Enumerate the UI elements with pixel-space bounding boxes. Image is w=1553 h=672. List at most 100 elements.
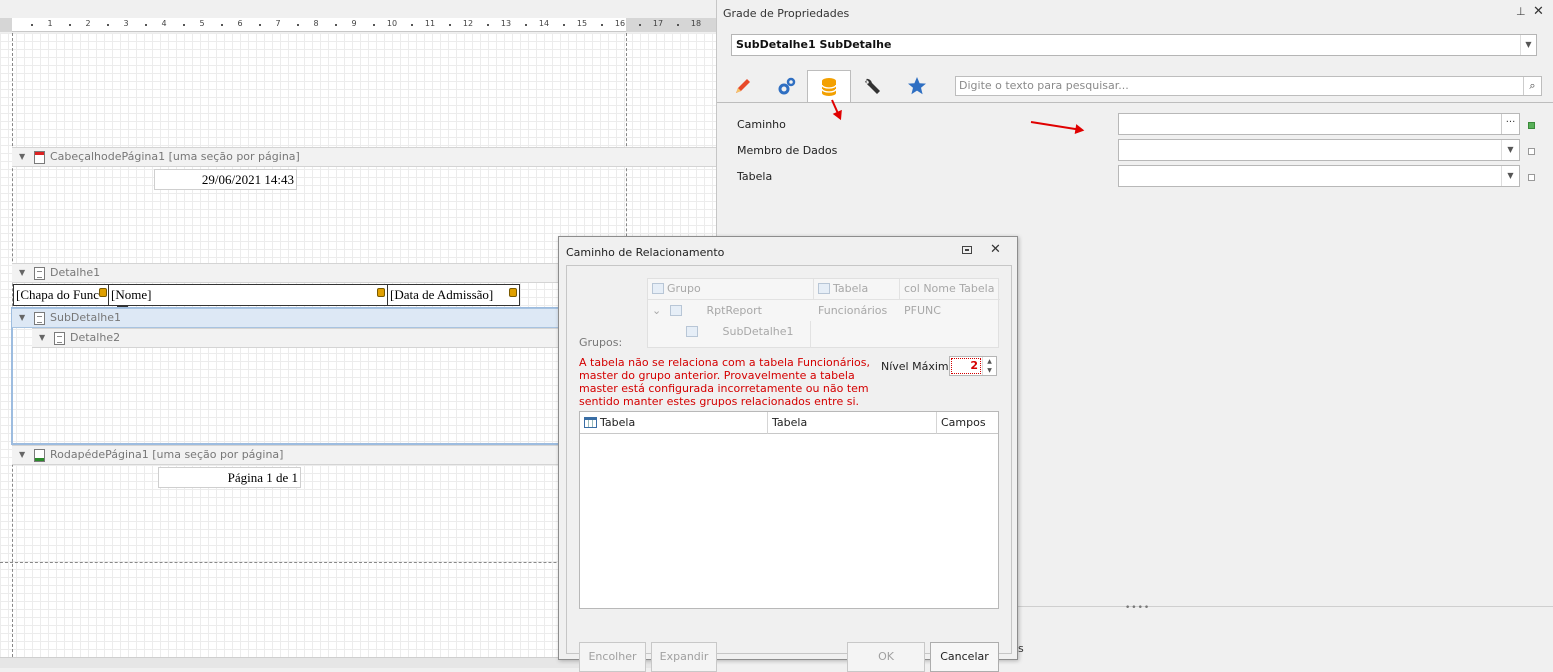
table-row[interactable]: SubDetalhe1 [686,322,794,343]
ruler-number: 12 [462,19,474,28]
column-header-tabela[interactable]: Tabela [814,279,900,300]
column-header-tabela-2[interactable]: Tabela [768,412,937,434]
column-header-nome-tabela[interactable]: col Nome Tabela [900,279,1000,300]
field-chapa[interactable]: [Chapa do Func [13,284,109,306]
search-icon[interactable]: ⌕ [1523,77,1541,95]
selected-object: SubDetalhe1 SubDetalhe [736,38,892,51]
ruler-tick [221,24,223,26]
group-icon [686,326,698,337]
ruler-tick [449,24,451,26]
ruler-tick [107,24,109,26]
description-splitter[interactable] [1017,606,1553,607]
property-input-caminho[interactable]: ··· [1118,113,1520,135]
panel-title: Grade de Propriedades [723,7,850,20]
ruler-number: 16 [614,19,626,28]
ruler-number: 10 [386,19,398,28]
field-text: [Data de Admissão] [390,287,494,302]
chevron-down-icon[interactable]: ▼ [1520,35,1536,55]
ruler-number: 5 [199,19,205,28]
tab-appearance[interactable] [721,70,765,102]
property-input-membro-dados[interactable]: ▼ [1118,139,1520,161]
field-text: [Nome] [111,287,152,302]
ruler-number: 15 [576,19,588,28]
ruler-tick [69,24,71,26]
spin-arrows-icon[interactable]: ▲ ▼ [982,357,996,375]
max-level-stepper[interactable]: 2 ▲ ▼ [949,356,997,376]
property-label-tabela: Tabela [737,170,773,183]
max-level-value[interactable]: 2 [951,358,981,374]
groups-table[interactable]: Grupo Tabela col Nome Tabela ⌄ RptReport… [647,278,1000,348]
object-selector[interactable]: SubDetalhe1 SubDetalhe ▼ [731,34,1537,56]
search-input[interactable]: Digite o texto para pesquisar... ⌕ [955,76,1542,96]
collapse-triangle-icon[interactable]: ▼ [19,264,25,282]
relationship-path-dialog: Caminho de Relacionamento ✕ Grupos: Grup… [558,236,1018,672]
tab-favorites[interactable] [895,70,939,102]
tab-layout[interactable] [851,70,895,102]
collapse-triangle-icon[interactable]: ▼ [39,329,45,347]
ruler-number: 7 [275,19,281,28]
band-detail2[interactable]: ▼ Detalhe2 [32,328,570,348]
ruler-number: 9 [351,19,357,28]
footer-page-field[interactable]: Página 1 de 1 [158,467,301,488]
band-label: RodapédePágina1 [uma seção por página] [50,448,284,461]
dialog-content: Grupos: Grupo Tabela col Nome Tabela ⌄ R… [566,265,1012,672]
tab-data[interactable] [807,70,851,103]
chevron-down-icon[interactable]: ▼ [1501,166,1519,186]
band-subdetail1[interactable]: ▼ SubDetalhe1 [12,308,571,328]
ruler-tick [639,24,641,26]
band-label: SubDetalhe1 [50,311,122,324]
ruler-tick [487,24,489,26]
tree-expand-icon[interactable]: ⌄ [652,301,661,322]
ruler-tick [601,24,603,26]
max-level-label: Nível Máximo [881,360,956,373]
subdetail-band-icon [34,312,45,325]
field-data-admissao[interactable]: [Data de Admissão] [387,284,520,306]
ruler-number: 3 [123,19,129,28]
ruler-number: 18 [690,19,702,28]
error-message: A tabela não se relaciona com a tabela F… [579,356,871,408]
collapse-triangle-icon[interactable]: ▼ [19,148,25,166]
field-text: [Chapa do Func [16,287,100,302]
field-nome[interactable]: [Nome] [108,284,388,306]
ruler-number: 2 [85,19,91,28]
band-label: Detalhe2 [70,331,121,344]
page-footer-icon [34,449,45,462]
collapse-triangle-icon[interactable]: ▼ [19,309,25,327]
report-icon [670,305,682,316]
splitter-grip-icon[interactable]: •••• [1125,603,1150,613]
ruler-number: 4 [161,19,167,28]
ellipsis-button[interactable]: ··· [1501,114,1519,134]
column-header-tabela[interactable]: Tabela [580,412,768,434]
property-input-tabela[interactable]: ▼ [1118,165,1520,187]
chevron-down-icon[interactable]: ▼ [1501,140,1519,160]
star-icon [908,77,926,95]
relations-table[interactable]: Tabela Tabela Campos [579,411,999,609]
property-modified-marker[interactable] [1528,122,1535,129]
ruler-tick [183,24,185,26]
table-icon [818,283,830,294]
maximize-icon[interactable] [962,246,972,254]
property-label-caminho: Caminho [737,118,786,131]
database-binding-icon [377,288,385,297]
table-row[interactable]: RptReport [670,301,762,322]
ruler-number: 13 [500,19,512,28]
close-icon[interactable]: ✕ [990,242,1001,257]
collapse-triangle-icon[interactable]: ▼ [19,446,25,464]
column-header-grupo[interactable]: Grupo [648,279,814,300]
gears-icon [778,77,796,95]
tab-behavior[interactable] [765,70,809,102]
band-label: Detalhe1 [50,266,101,279]
groups-label: Grupos: [579,336,623,349]
band-page-header[interactable]: ▼ CabeçalhodePágina1 [uma seção por pági… [12,147,716,167]
header-date-field[interactable]: 29/06/2021 14:43 [154,169,297,190]
dialog-title: Caminho de Relacionamento [566,246,725,259]
property-default-marker[interactable] [1528,174,1535,181]
group-icon [652,283,664,294]
ruler-number: 11 [424,19,436,28]
ruler-tick [411,24,413,26]
ruler-number: 14 [538,19,550,28]
property-default-marker[interactable] [1528,148,1535,155]
pin-icon[interactable]: ⊥ [1516,5,1526,18]
close-icon[interactable]: ✕ [1533,4,1544,19]
column-header-campos[interactable]: Campos [937,412,998,434]
